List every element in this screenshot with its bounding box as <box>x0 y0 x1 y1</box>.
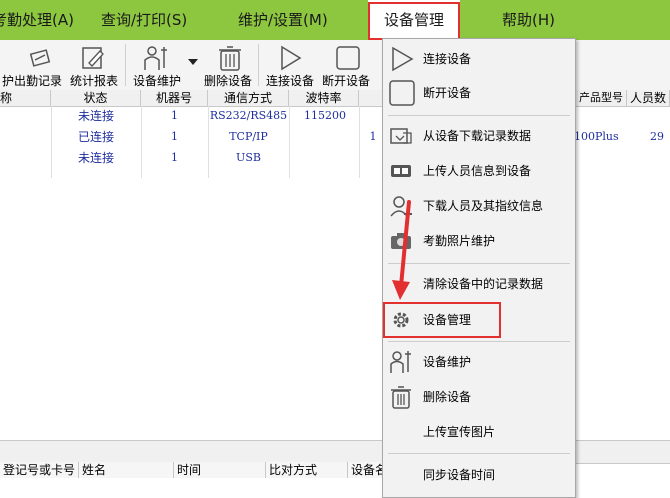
row-marker-cell: 1 <box>369 130 377 143</box>
dropdown-separator <box>388 453 570 454</box>
toolbar-label-connect-device[interactable]: 连接设备 <box>266 72 314 89</box>
dropdown-item-connect-device[interactable]: 连接设备 <box>383 42 575 76</box>
toolbar-separator <box>258 44 259 86</box>
machine-no-cell: 1 <box>171 109 178 122</box>
dropdown-item-disconnect-device[interactable]: 断开设备 <box>383 76 575 110</box>
column-header-person-name[interactable]: 姓名 <box>79 462 174 478</box>
dropdown-label: 从设备下载记录数据 <box>423 129 532 143</box>
status-cell: 未连接 <box>77 109 114 123</box>
dropdown-label: 同步设备时间 <box>423 468 496 482</box>
dropdown-label: 连接设备 <box>423 52 472 66</box>
toolbar-separator <box>125 44 126 86</box>
attendance-record-icon[interactable] <box>26 46 54 70</box>
highlight-box-device-management <box>383 302 501 338</box>
toolbar-label-maintenance-partial[interactable]: 护 <box>2 72 14 89</box>
column-header-baud-rate[interactable]: 波特率 <box>289 90 359 106</box>
column-header-time[interactable]: 时间 <box>174 462 266 478</box>
dropdown-item-sync-device-time[interactable]: 同步设备时间 <box>383 458 575 492</box>
trash-icon[interactable] <box>217 44 243 72</box>
comm-mode-cell: RS232/RS485 <box>209 109 288 122</box>
dropdown-label: 删除设备 <box>423 390 472 404</box>
dropdown-arrow-icon[interactable] <box>187 58 199 66</box>
menu-maintenance-settings[interactable]: 维护/设置(M) <box>238 0 328 40</box>
toolbar-label-disconnect-device[interactable]: 断开设备 <box>322 72 370 89</box>
menu-attendance[interactable]: 考勤处理(A) <box>0 0 74 40</box>
play-outline-icon <box>392 46 414 72</box>
dropdown-label: 上传人员信息到设备 <box>423 164 532 178</box>
product-model-cell: 100Plus <box>574 130 619 143</box>
column-header-machine-no[interactable]: 机器号 <box>141 90 208 106</box>
toolbar-label-delete-device[interactable]: 删除设备 <box>204 72 252 89</box>
user-count-cell: 29 <box>650 130 664 143</box>
report-edit-icon[interactable] <box>80 45 106 71</box>
dropdown-label: 设备维护 <box>423 355 472 369</box>
upload-users-icon <box>391 165 411 177</box>
dropdown-label: 断开设备 <box>423 86 472 100</box>
dropdown-label: 上传宣传图片 <box>423 425 496 439</box>
dropdown-label: 下载人员及其指纹信息 <box>423 199 544 213</box>
dropdown-label: 考勤照片维护 <box>423 234 496 248</box>
dropdown-label: 清除设备中的记录数据 <box>423 277 544 291</box>
menu-help[interactable]: 帮助(H) <box>502 0 555 40</box>
annotation-arrow <box>392 200 411 300</box>
toolbar-label-attendance-records[interactable]: 出勤记录 <box>14 72 62 89</box>
dropdown-separator <box>388 341 570 342</box>
machine-no-cell: 1 <box>171 151 178 164</box>
column-header-product-model[interactable]: 产品型号 <box>576 90 627 106</box>
column-header-comm-mode[interactable]: 通信方式 <box>208 90 289 106</box>
column-header-name[interactable]: 称 <box>0 90 51 106</box>
highlight-box-menu <box>368 2 460 40</box>
column-header-user-count[interactable]: 人员数 <box>627 90 670 106</box>
toolbar-label-statistics-report[interactable]: 统计报表 <box>70 72 118 89</box>
column-header-enroll-or-card-no[interactable]: 登记号或卡号 <box>0 462 79 478</box>
dropdown-item-delete-device[interactable]: 删除设备 <box>383 380 575 414</box>
play-outline-icon[interactable] <box>278 44 304 72</box>
square-outline-icon[interactable] <box>335 45 361 71</box>
column-header-status[interactable]: 状态 <box>51 90 141 106</box>
baud-rate-cell: 115200 <box>304 109 346 122</box>
dropdown-item-device-maintenance[interactable]: 设备维护 <box>383 345 575 379</box>
dropdown-item-upload-users[interactable]: 上传人员信息到设备 <box>383 154 575 188</box>
download-records-icon <box>390 128 412 144</box>
column-header-blank <box>359 90 383 106</box>
dropdown-separator <box>388 115 570 116</box>
comm-mode-cell: USB <box>236 151 261 164</box>
status-cell: 已连接 <box>77 130 114 144</box>
column-header-verify-mode[interactable]: 比对方式 <box>266 462 348 478</box>
comm-mode-cell: TCP/IP <box>229 130 268 143</box>
menu-query-print[interactable]: 查询/打印(S) <box>101 0 187 40</box>
dropdown-item-download-records[interactable]: 从设备下载记录数据 <box>383 119 575 153</box>
trash-icon <box>391 386 411 409</box>
toolbar-label-device-maintenance[interactable]: 设备维护 <box>133 72 181 89</box>
dropdown-item-upload-promo-image[interactable]: 上传宣传图片 <box>383 415 575 449</box>
worker-icon <box>390 351 411 373</box>
square-outline-icon <box>389 80 415 106</box>
machine-no-cell: 1 <box>171 130 178 143</box>
worker-icon[interactable] <box>143 44 171 72</box>
status-cell: 未连接 <box>77 151 114 165</box>
